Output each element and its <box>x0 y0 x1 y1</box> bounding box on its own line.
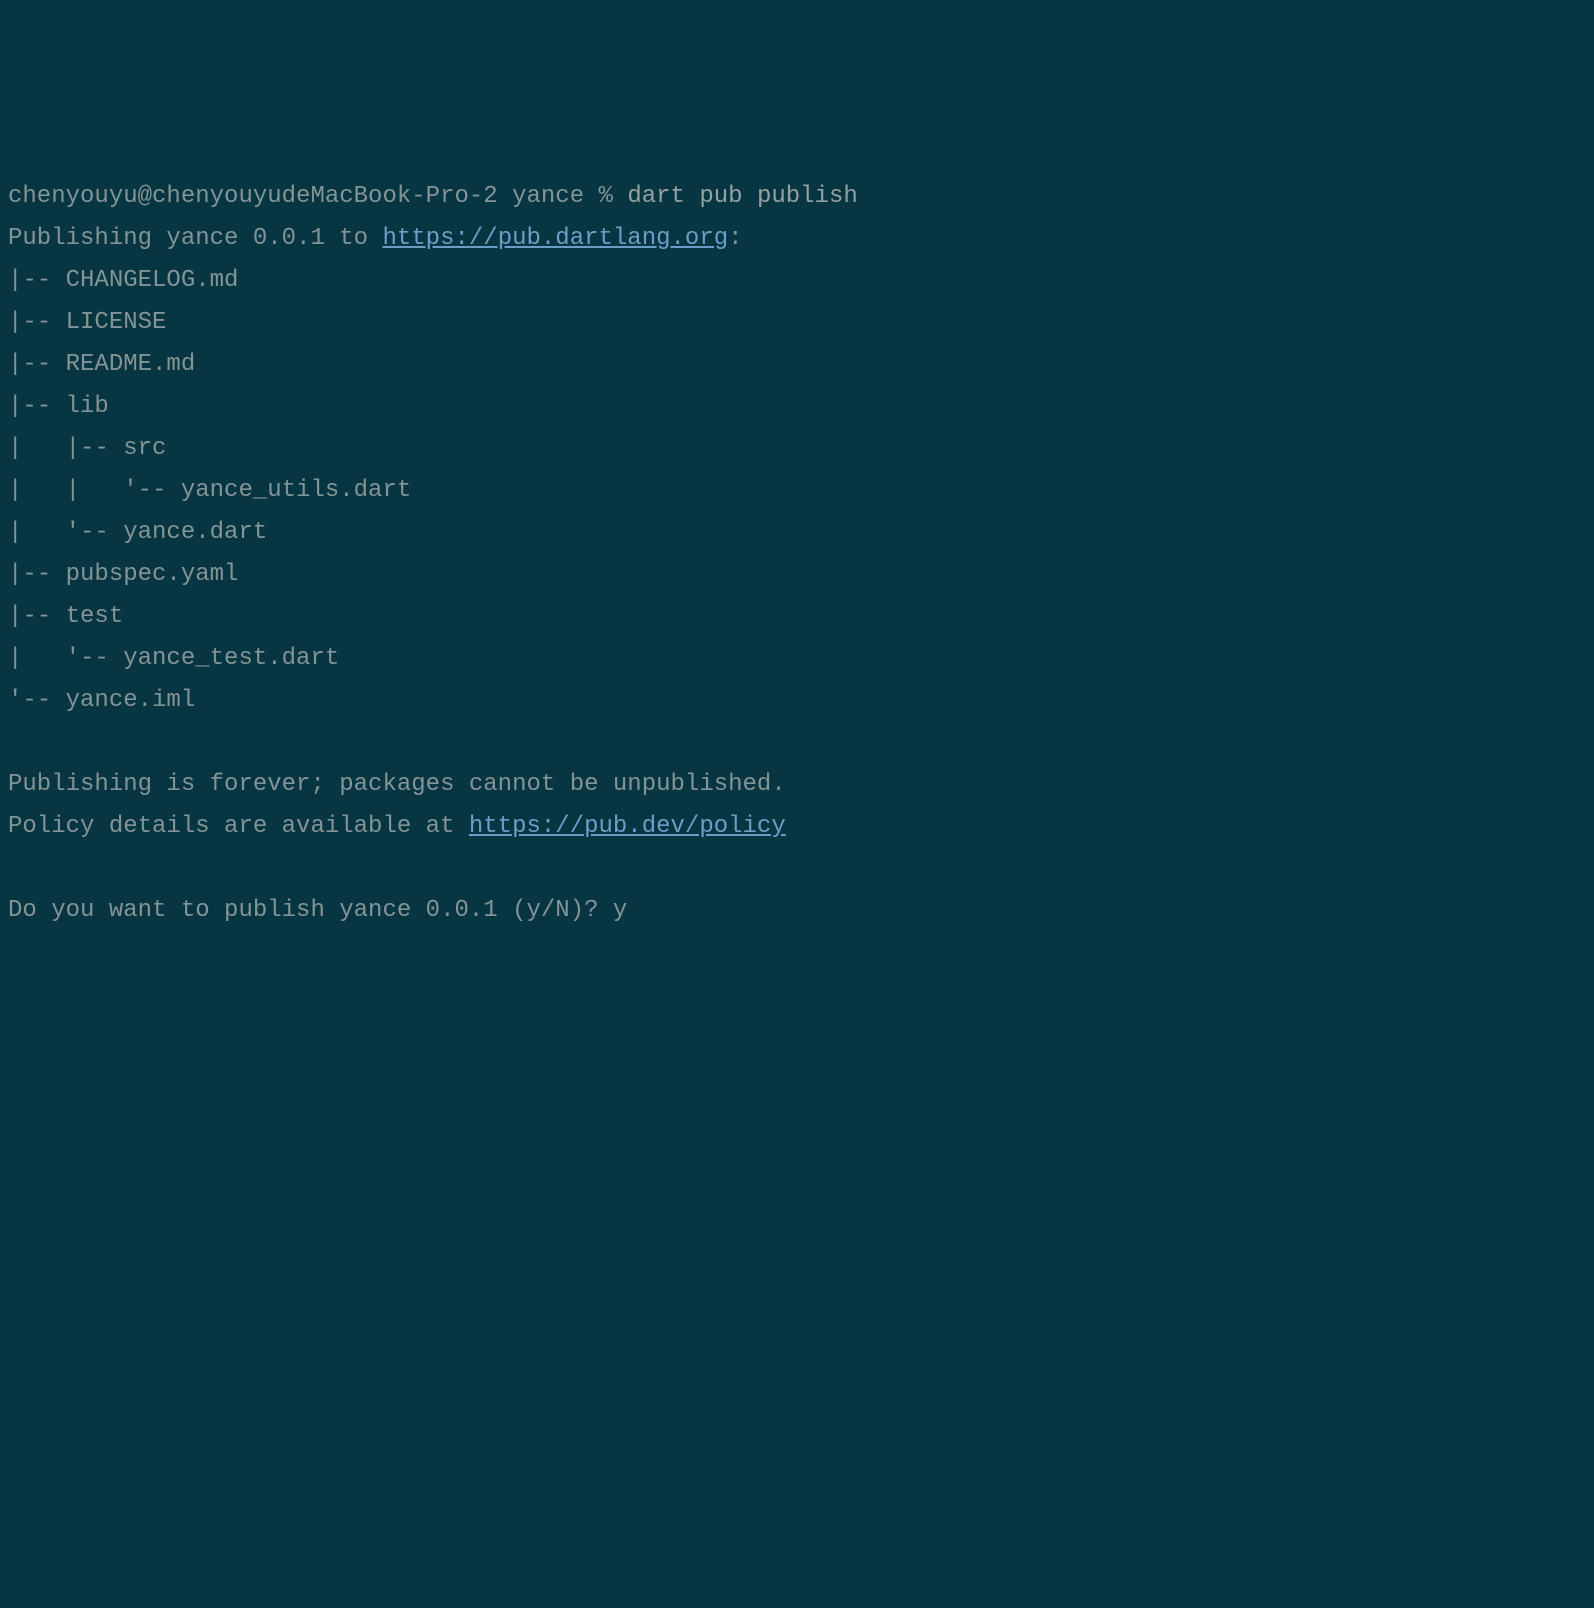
tree-line: '-- yance.iml <box>8 687 195 714</box>
warning-line-2-prefix: Policy details are available at <box>8 813 469 840</box>
tree-line: | |-- src <box>8 435 166 462</box>
tree-line: |-- pubspec.yaml <box>8 561 238 588</box>
confirm-question: Do you want to publish yance 0.0.1 (y/N)… <box>8 897 613 924</box>
command-text: dart pub publish <box>627 183 857 210</box>
tree-line: |-- LICENSE <box>8 309 166 336</box>
publish-url-link[interactable]: https://pub.dartlang.org <box>382 225 728 252</box>
tree-line: |-- CHANGELOG.md <box>8 267 238 294</box>
terminal-output: chenyouyu@chenyouyudeMacBook-Pro-2 yance… <box>8 176 1586 932</box>
annotation-overlay: 1 输入 y <box>8 1058 37 1226</box>
tree-line: |-- test <box>8 603 123 630</box>
tree-line: | | '-- yance_utils.dart <box>8 477 411 504</box>
tree-line: | '-- yance.dart <box>8 519 267 546</box>
prompt-cwd: yance <box>512 183 584 210</box>
tree-line: |-- lib <box>8 393 109 420</box>
publishing-suffix: : <box>728 225 742 252</box>
prompt-userhost: chenyouyu@chenyouyudeMacBook-Pro-2 <box>8 183 498 210</box>
tree-line: |-- README.md <box>8 351 195 378</box>
publishing-prefix: Publishing yance 0.0.1 to <box>8 225 382 252</box>
policy-url-link[interactable]: https://pub.dev/policy <box>469 813 786 840</box>
tree-line: | '-- yance_test.dart <box>8 645 339 672</box>
confirm-answer[interactable]: y <box>613 897 627 924</box>
warning-line-1: Publishing is forever; packages cannot b… <box>8 771 786 798</box>
prompt-separator: % <box>599 183 613 210</box>
